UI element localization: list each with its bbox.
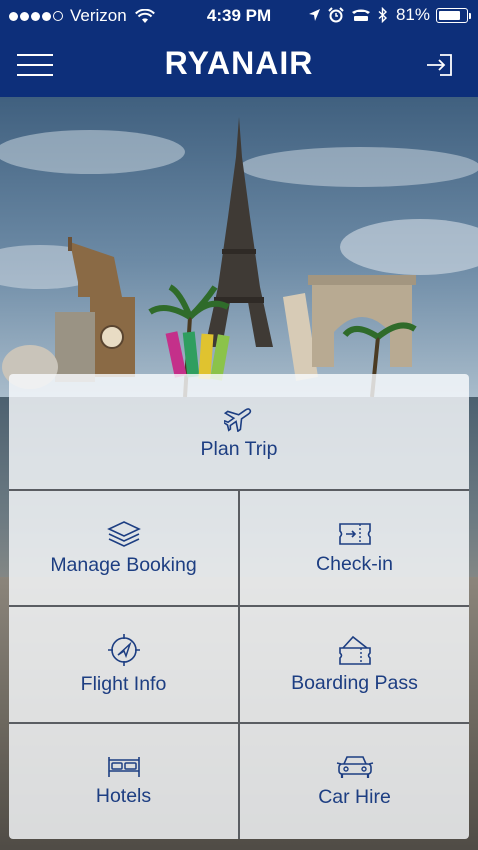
compass-icon — [107, 634, 140, 666]
main-menu-panel: Plan Trip Manage Booking Check-in Flight… — [9, 374, 469, 839]
car-hire-button[interactable]: Car Hire — [240, 724, 469, 839]
bluetooth-icon — [378, 7, 387, 23]
landmarks-illustration — [0, 117, 478, 397]
tile-label: Boarding Pass — [291, 672, 418, 694]
alarm-icon — [328, 7, 344, 23]
layers-icon — [106, 520, 141, 547]
app-header: Verizon 4:39 PM 81% RYANAIR — [0, 0, 478, 97]
battery-icon — [436, 7, 471, 23]
plan-trip-button[interactable]: Plan Trip — [9, 374, 469, 489]
hotels-button[interactable]: Hotels — [9, 724, 238, 839]
bed-icon — [107, 757, 140, 777]
boarding-pass-icon — [338, 635, 371, 665]
flight-info-button[interactable]: Flight Info — [9, 607, 238, 722]
tile-label: Car Hire — [318, 786, 391, 808]
sign-in-icon[interactable] — [426, 53, 453, 77]
car-icon — [336, 756, 373, 778]
ticket-icon — [338, 522, 371, 545]
tile-label: Hotels — [95, 785, 152, 807]
location-arrow-icon — [308, 9, 320, 21]
status-bar: Verizon 4:39 PM 81% — [0, 0, 478, 32]
nav-bar: RYANAIR — [0, 32, 478, 97]
ryanair-logo: RYANAIR — [164, 45, 314, 81]
tile-label: Plan Trip — [200, 438, 278, 460]
tty-icon — [351, 9, 370, 21]
battery-level-fill — [439, 10, 460, 20]
check-in-button[interactable]: Check-in — [240, 491, 469, 605]
airplane-icon — [224, 408, 252, 432]
battery-percent: 81% — [395, 5, 430, 24]
boarding-pass-button[interactable]: Boarding Pass — [240, 607, 469, 722]
tile-label: Check-in — [316, 552, 393, 575]
tile-label: Manage Booking — [50, 553, 197, 576]
tile-label: Flight Info — [80, 673, 167, 695]
status-right: 81% — [301, 5, 471, 25]
manage-booking-button[interactable]: Manage Booking — [9, 491, 238, 605]
